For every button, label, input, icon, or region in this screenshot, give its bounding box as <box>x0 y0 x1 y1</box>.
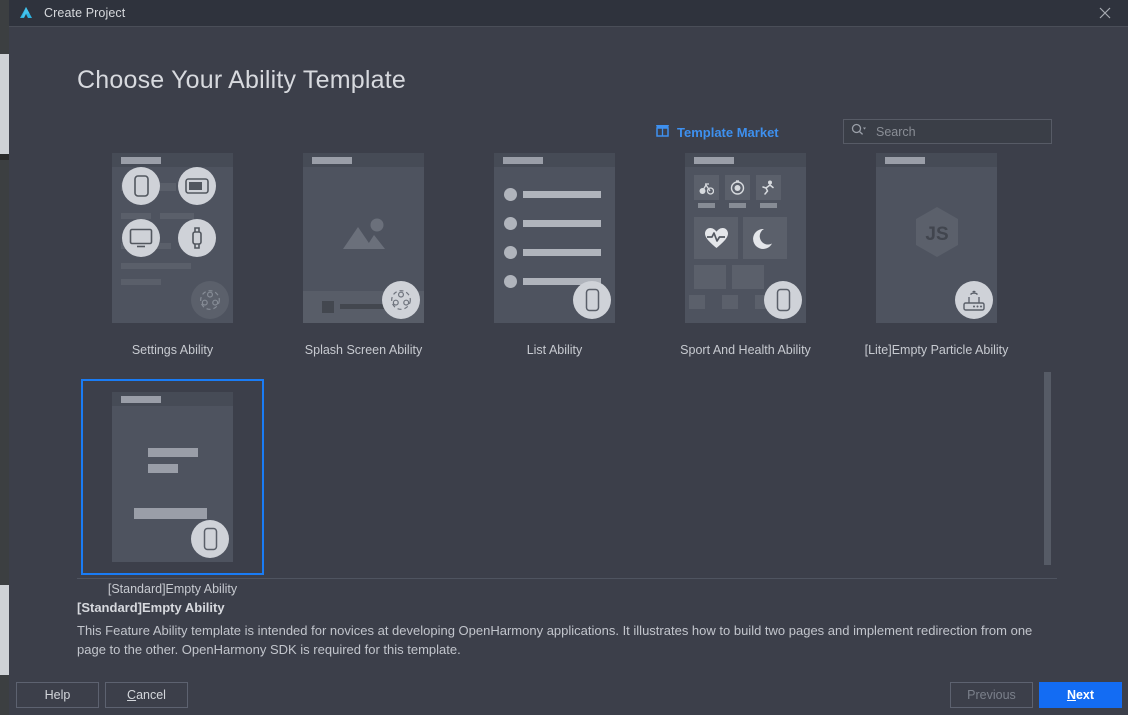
page-title: Choose Your Ability Template <box>77 66 406 94</box>
template-thumbnail <box>112 153 233 323</box>
template-label: List Ability <box>526 343 583 357</box>
bicycle-icon <box>699 180 715 200</box>
template-cell: Sport And Health Ability <box>650 140 841 357</box>
next-button[interactable]: Next <box>1039 682 1122 708</box>
previous-button-label: Previous <box>967 688 1016 702</box>
next-button-label: Next <box>1066 688 1095 702</box>
template-thumbnail <box>303 153 424 323</box>
router-icon <box>955 281 993 319</box>
dialog-body: Choose Your Ability Template Template Ma… <box>9 27 1128 715</box>
phone-icon <box>764 281 802 319</box>
multi-device-icon <box>382 281 420 319</box>
close-icon[interactable] <box>1082 0 1128 26</box>
template-label: [Standard]Empty Ability <box>107 582 238 596</box>
template-card-standard-empty-ability[interactable] <box>81 379 264 575</box>
template-card-list-ability[interactable] <box>463 140 646 336</box>
svg-text:JS: JS <box>925 224 948 245</box>
template-cell: Settings Ability <box>77 140 268 357</box>
template-thumbnail <box>112 392 233 562</box>
template-label: Splash Screen Ability <box>304 343 423 357</box>
template-row: [Standard]Empty Ability <box>77 379 1057 596</box>
template-thumbnail <box>494 153 615 323</box>
template-market-label: Template Market <box>677 125 779 140</box>
template-grid-scrollbar-track[interactable] <box>1044 372 1051 570</box>
previous-button[interactable]: Previous <box>950 682 1033 708</box>
help-button-label: Help <box>44 688 71 702</box>
search-icon <box>851 123 867 141</box>
help-button[interactable]: Help <box>16 682 99 708</box>
template-cell: [Standard]Empty Ability <box>77 379 268 596</box>
cancel-button-label: Cancel <box>127 688 166 702</box>
template-cell: List Ability <box>459 140 650 357</box>
heart-rate-icon <box>704 227 729 255</box>
tablet-icon <box>178 167 216 205</box>
phone-icon <box>573 281 611 319</box>
template-card-settings-ability[interactable] <box>81 140 264 336</box>
multi-device-icon <box>191 281 229 319</box>
template-label: Settings Ability <box>131 343 214 357</box>
watch-icon <box>178 219 216 257</box>
template-card-sport-and-health-ability[interactable] <box>654 140 837 336</box>
selected-template-title: [Standard]Empty Ability <box>77 600 225 615</box>
dialog-title-bar: Create Project <box>9 0 1128 26</box>
template-thumbnail: JS <box>876 153 997 323</box>
running-icon <box>761 180 776 200</box>
phone-icon <box>191 520 229 558</box>
phone-icon <box>122 167 160 205</box>
template-grid: Settings Ability Splash Screen Ability L… <box>77 140 1057 596</box>
image-placeholder-icon <box>341 215 389 258</box>
template-row: Settings Ability Splash Screen Ability L… <box>77 140 1057 357</box>
template-card-lite-empty-particle-ability[interactable]: JS <box>845 140 1028 336</box>
template-cell: Splash Screen Ability <box>268 140 459 357</box>
description-divider <box>77 578 1057 579</box>
template-label: [Lite]Empty Particle Ability <box>864 343 1009 357</box>
template-thumbnail <box>685 153 806 323</box>
template-label: Sport And Health Ability <box>680 343 811 357</box>
cancel-button[interactable]: Cancel <box>105 682 188 708</box>
selected-template-description: This Feature Ability template is intende… <box>77 623 1033 657</box>
template-card-splash-screen-ability[interactable] <box>272 140 455 336</box>
stopwatch-icon <box>730 180 745 200</box>
background-window-sliver <box>0 0 9 715</box>
search-placeholder: Search <box>876 124 916 139</box>
moon-icon <box>753 227 777 255</box>
deveco-studio-logo-icon <box>18 5 34 21</box>
tv-icon <box>122 219 160 257</box>
template-cell: JS [Lite]Empty Particle Ability <box>841 140 1032 357</box>
template-grid-scrollbar-thumb[interactable] <box>1044 372 1051 565</box>
create-project-dialog: Create Project Choose Your Ability Templ… <box>0 0 1128 715</box>
js-logo-icon: JS <box>914 206 960 263</box>
dialog-title: Create Project <box>44 6 126 20</box>
